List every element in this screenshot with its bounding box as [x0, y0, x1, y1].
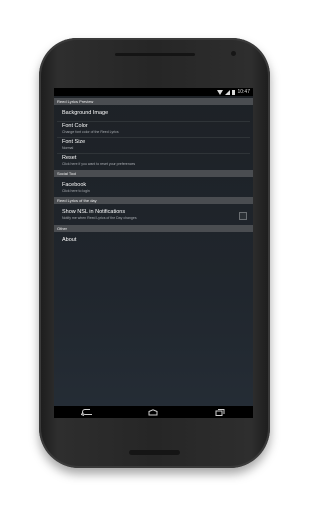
- section-header-preview: Reed Lyrics Preview: [54, 98, 253, 105]
- pref-subtitle: Change font color of the Reed Lyrics: [62, 130, 119, 134]
- section-header-social: Social Tool: [54, 170, 253, 177]
- section-header-lyrics-of-day: Reed Lyrics of the day: [54, 197, 253, 204]
- divider: [57, 153, 250, 154]
- pref-title: Facebook: [62, 182, 87, 188]
- pref-subtitle: Click here if you want to reset your pre…: [62, 162, 136, 166]
- wifi-icon: [217, 89, 224, 95]
- device-screen: 10:47 Reed Lyrics Preview Background Ima…: [54, 88, 253, 418]
- back-button[interactable]: [77, 407, 97, 417]
- pref-title: Font Color: [62, 123, 88, 129]
- pref-font-size[interactable]: Font Size Normal: [54, 139, 253, 152]
- front-sensor: [231, 51, 236, 56]
- pref-font-color[interactable]: Font Color Change font color of the Reed…: [54, 123, 253, 136]
- pref-title: Reset: [62, 155, 77, 161]
- section-header-other: Other: [54, 225, 253, 232]
- pref-reset[interactable]: Reset Click here if you want to reset yo…: [54, 155, 253, 168]
- pref-about[interactable]: About: [54, 237, 253, 249]
- notifications-checkbox[interactable]: [239, 212, 247, 220]
- pref-subtitle: Normal: [62, 146, 74, 150]
- battery-icon: [232, 89, 236, 95]
- status-clock: 10:47: [237, 89, 250, 95]
- pref-title: Show NSL in Notifications: [62, 209, 126, 215]
- status-bar: 10:47: [54, 88, 253, 96]
- pref-title: About: [62, 237, 77, 243]
- pref-title: Background Image: [62, 110, 109, 116]
- signal-icon: [225, 89, 231, 95]
- pref-title: Font Size: [62, 139, 86, 145]
- bottom-speaker: [129, 450, 180, 455]
- recents-button[interactable]: [210, 407, 230, 417]
- pref-background-image[interactable]: Background Image: [54, 108, 253, 120]
- top-speaker: [115, 53, 195, 56]
- pref-show-notifications[interactable]: Show NSL in Notifications Notify me when…: [54, 209, 253, 223]
- pref-facebook[interactable]: Facebook Click here to login: [54, 182, 253, 195]
- back-icon: [81, 408, 93, 416]
- pref-subtitle: Click here to login: [62, 189, 90, 193]
- divider: [57, 121, 250, 122]
- home-button[interactable]: [143, 407, 163, 417]
- recents-icon: [215, 408, 225, 416]
- home-icon: [148, 408, 158, 415]
- pref-subtitle: Notify me when Reed Lyrics of the Day ch…: [62, 216, 137, 220]
- divider: [57, 137, 250, 138]
- navigation-bar: [54, 406, 253, 418]
